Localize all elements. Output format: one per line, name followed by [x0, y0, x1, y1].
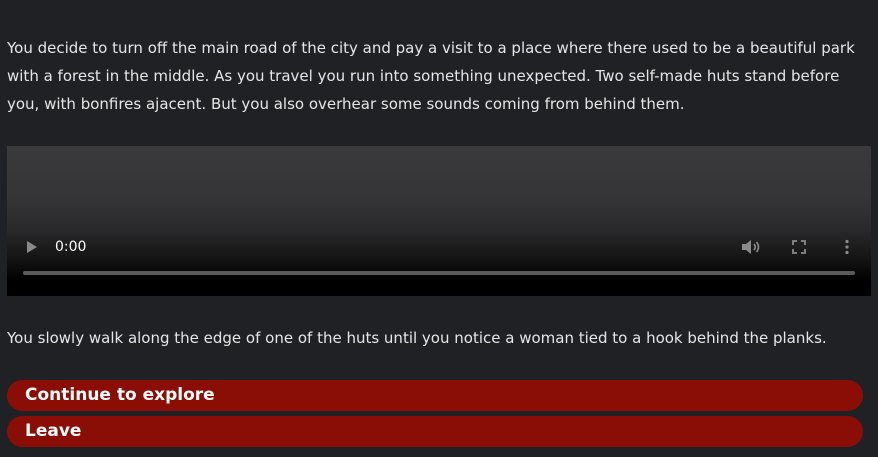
video-player[interactable]: 0:00: [7, 146, 871, 296]
fullscreen-icon[interactable]: [792, 240, 806, 254]
continue-to-explore-button[interactable]: Continue to explore: [7, 380, 863, 411]
leave-button[interactable]: Leave: [7, 416, 863, 447]
video-time: 0:00: [55, 239, 87, 255]
play-icon[interactable]: [27, 241, 37, 253]
more-options-icon[interactable]: [843, 239, 851, 255]
story-outro-text: You slowly walk along the edge of one of…: [7, 329, 827, 347]
volume-icon[interactable]: [741, 239, 761, 255]
story-intro-text: You decide to turn off the main road of …: [7, 39, 855, 113]
video-progress-bar[interactable]: [23, 271, 855, 275]
game-page: You decide to turn off the main road of …: [0, 0, 878, 457]
